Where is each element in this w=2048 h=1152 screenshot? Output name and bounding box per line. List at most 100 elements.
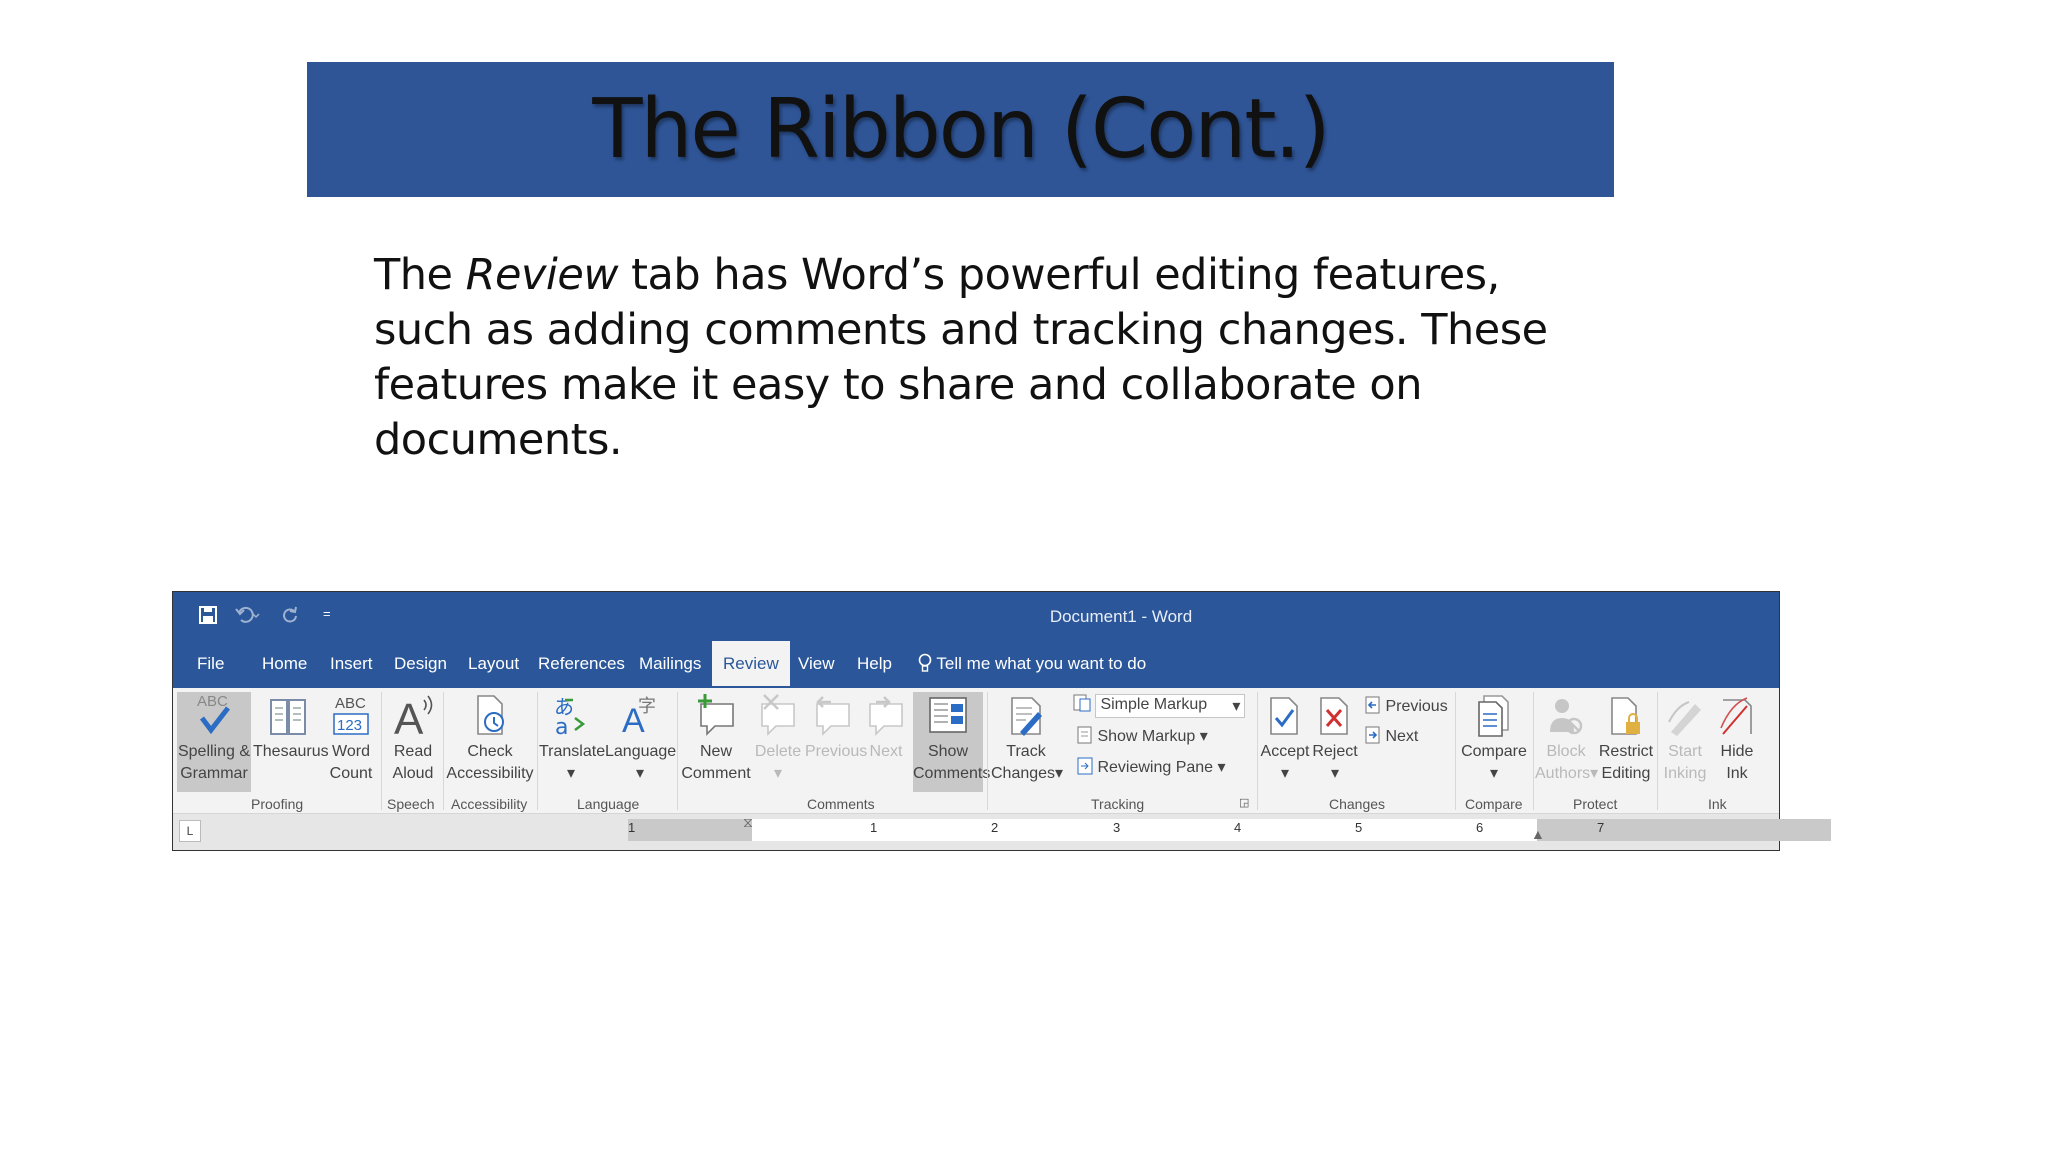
thesaurus-label: Thesaurus <box>253 743 329 760</box>
show-markup-button[interactable]: Show Markup ▾ <box>1077 726 1208 746</box>
hide-ink-button[interactable]: Hide Ink <box>1711 692 1763 785</box>
reviewing-pane-icon <box>1077 757 1093 775</box>
next-comment-button[interactable]: Next <box>863 692 909 763</box>
group-divider <box>1657 692 1658 810</box>
new-comment-button[interactable]: New Comment <box>681 692 751 785</box>
delete-comment-button[interactable]: Delete ▾ <box>753 692 803 785</box>
read-aloud-button[interactable]: A Read Aloud <box>385 692 441 785</box>
tab-selector[interactable]: L <box>179 820 201 842</box>
tab-design[interactable]: Design <box>394 654 447 674</box>
restrict-editing-label-2: Editing <box>1601 765 1651 782</box>
word-count-button[interactable]: ABC 123 Word Count <box>323 692 379 785</box>
show-markup-dropdown-icon: ▾ <box>1199 728 1208 745</box>
start-inking-button[interactable]: Start Inking <box>1659 692 1711 785</box>
compare-button[interactable]: Compare ▾ <box>1459 692 1529 785</box>
previous-comment-icon <box>805 692 861 738</box>
group-tracking: Tracking <box>1091 796 1145 812</box>
markup-display-icon <box>1073 694 1091 712</box>
next-change-label: Next <box>1385 728 1419 745</box>
group-divider <box>381 692 382 810</box>
track-changes-button[interactable]: Track Changes▾ <box>991 692 1063 785</box>
track-changes-label-2: Changes <box>991 765 1056 782</box>
ribbon-tab-bar: File Home Insert Design Layout Reference… <box>173 641 1779 688</box>
word-count-icon-bottom: 123 <box>337 717 362 734</box>
compare-dropdown-icon[interactable]: ▾ <box>1490 765 1498 782</box>
reject-dropdown-icon[interactable]: ▾ <box>1331 765 1339 782</box>
track-changes-label-1: Track <box>1006 743 1046 760</box>
right-indent-marker-icon[interactable]: ▲ <box>1531 826 1545 842</box>
translate-dropdown-icon[interactable]: ▾ <box>567 765 575 782</box>
word-window-screenshot: = Document1 - Word File Home Insert Desi… <box>172 591 1831 851</box>
thesaurus-button[interactable]: Thesaurus <box>253 692 329 763</box>
accept-button[interactable]: Accept ▾ <box>1259 692 1311 785</box>
show-comments-button[interactable]: Show Comments <box>913 692 990 792</box>
block-authors-icon <box>1535 692 1597 738</box>
word-count-label-1: Word <box>332 743 370 760</box>
restrict-editing-button[interactable]: Restrict Editing <box>1597 692 1655 785</box>
reject-button[interactable]: Reject ▾ <box>1311 692 1359 785</box>
tracking-dialog-launcher-icon[interactable]: ◲ <box>1239 796 1249 809</box>
ruler-number: 4 <box>1234 820 1242 835</box>
tab-insert[interactable]: Insert <box>330 654 373 674</box>
compare-icon <box>1459 692 1529 738</box>
reviewing-pane-button[interactable]: Reviewing Pane ▾ <box>1077 757 1226 777</box>
chevron-down-icon: ▾ <box>1232 698 1241 715</box>
tab-home[interactable]: Home <box>262 654 307 674</box>
delete-dropdown-icon[interactable]: ▾ <box>774 765 782 782</box>
indent-marker-icon[interactable]: ⧖ <box>743 814 753 831</box>
previous-change-button[interactable]: Previous <box>1365 696 1448 716</box>
next-change-button[interactable]: Next <box>1365 726 1418 746</box>
horizontal-ruler[interactable]: L 1 1 2 3 4 5 6 7 ⧖ ▲ <box>173 814 1831 850</box>
block-authors-label-2: Authors <box>1535 765 1591 782</box>
svg-text:a: a <box>555 715 568 738</box>
next-change-icon <box>1365 726 1380 744</box>
language-icon: A字 <box>605 692 675 740</box>
group-speech: Speech <box>387 796 435 812</box>
ruler-number: 1 <box>628 820 636 835</box>
read-aloud-label-1: Read <box>393 743 433 760</box>
accept-dropdown-icon[interactable]: ▾ <box>1281 765 1289 782</box>
block-authors-button[interactable]: Block Authors▾ <box>1535 692 1598 785</box>
simple-markup-dropdown[interactable]: Simple Markup ▾ <box>1095 694 1246 718</box>
translate-button[interactable]: あa Translate ▾ <box>539 692 606 785</box>
tab-file[interactable]: File <box>197 654 224 674</box>
ruler-number: 6 <box>1476 820 1484 835</box>
accessibility-icon <box>445 692 535 738</box>
word-title-bar: = Document1 - Word <box>173 592 1779 641</box>
tab-view[interactable]: View <box>798 654 835 674</box>
ruler-number: 3 <box>1113 820 1121 835</box>
reject-label: Reject <box>1312 743 1358 760</box>
tab-help[interactable]: Help <box>857 654 892 674</box>
delete-comment-icon <box>753 692 803 738</box>
spelling-label-2: Grammar <box>180 765 248 782</box>
tab-review[interactable]: Review <box>712 641 790 686</box>
tab-layout[interactable]: Layout <box>468 654 519 674</box>
group-divider <box>987 692 988 810</box>
previous-comment-button[interactable]: Previous <box>805 692 867 763</box>
new-comment-label-2: Comment <box>681 765 751 782</box>
translate-label: Translate <box>539 743 606 760</box>
tab-references[interactable]: References <box>538 654 625 674</box>
check-accessibility-button[interactable]: Check Accessibility <box>445 692 535 785</box>
compare-label: Compare <box>1461 743 1527 760</box>
track-changes-dropdown-icon[interactable]: ▾ <box>1055 765 1063 782</box>
display-for-review-select[interactable]: Simple Markup ▾ <box>1073 694 1246 718</box>
language-dropdown-icon[interactable]: ▾ <box>636 765 644 782</box>
pen-icon <box>1659 692 1711 738</box>
tab-mailings[interactable]: Mailings <box>639 654 701 674</box>
group-divider <box>1455 692 1456 810</box>
ruler-number: 5 <box>1355 820 1363 835</box>
accept-label: Accept <box>1260 743 1310 760</box>
group-ink: Ink <box>1708 796 1727 812</box>
tell-me-text: Tell me what you want to do <box>936 654 1147 673</box>
new-comment-icon <box>681 692 751 738</box>
language-button[interactable]: A字 Language ▾ <box>605 692 676 785</box>
slide-title-banner: The Ribbon (Cont.) <box>307 62 1614 197</box>
group-divider <box>677 692 678 810</box>
show-markup-icon <box>1077 726 1092 744</box>
spelling-grammar-button[interactable]: ABC Spelling & Grammar <box>177 692 251 792</box>
spelling-label-1: Spelling & <box>177 743 251 760</box>
translate-icon: あa <box>539 692 603 740</box>
group-divider <box>1533 692 1534 810</box>
tell-me-box[interactable]: Tell me what you want to do <box>918 653 1146 674</box>
